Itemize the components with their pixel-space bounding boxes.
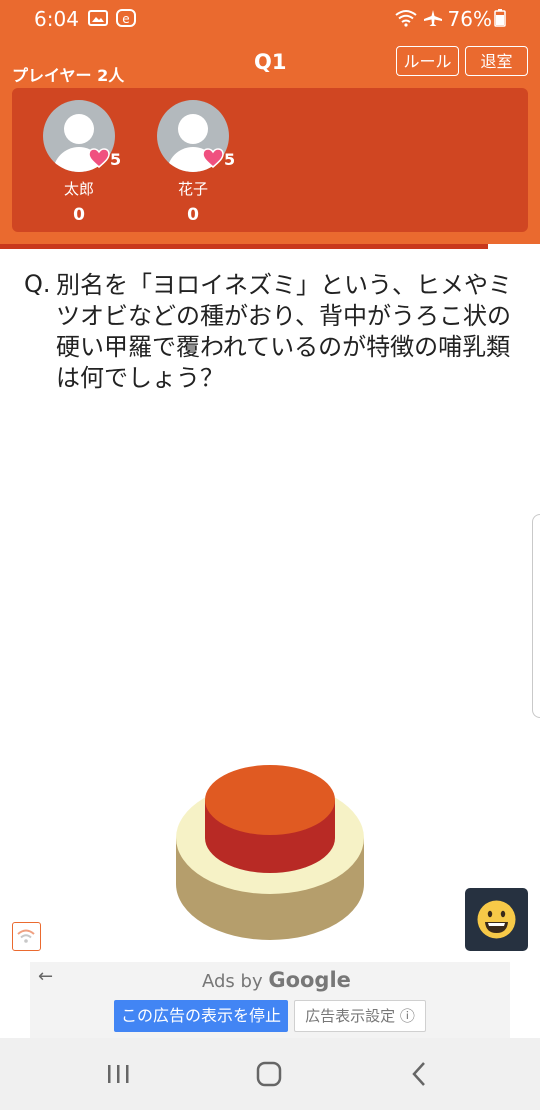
rule-button[interactable]: ルール xyxy=(396,46,459,76)
connection-button[interactable] xyxy=(12,922,41,951)
player-card[interactable]: 5 花子 0 xyxy=(148,100,238,225)
players-count: プレイヤー 2人 xyxy=(12,66,125,85)
question-text: 別名を「ヨロイネズミ」という、ヒメやミツオビなどの種がおり、背中がうろこ状の硬い… xyxy=(56,271,512,392)
svg-text:e: e xyxy=(122,12,129,26)
ad-banner: ← Ads by Google この広告の表示を停止 広告表示設定 ⓘ xyxy=(30,962,510,1038)
system-nav-bar xyxy=(0,1038,540,1110)
game-header: プレイヤー 2人 Q1 ルール 退室 5 太郎 0 5 花子 0 xyxy=(0,36,540,244)
ad-settings-button[interactable]: 広告表示設定 ⓘ xyxy=(294,1000,426,1032)
recent-apps-icon[interactable] xyxy=(98,1058,138,1090)
player-name: 太郎 xyxy=(63,180,94,198)
wifi-icon xyxy=(395,10,417,27)
edge-panel-handle[interactable] xyxy=(532,514,540,718)
gallery-icon xyxy=(88,10,108,26)
player-panel: 5 太郎 0 5 花子 0 xyxy=(12,88,528,232)
stop-ad-button[interactable]: この広告の表示を停止 xyxy=(114,1000,288,1032)
google-logo: Google xyxy=(268,968,351,992)
status-time: 6:04 xyxy=(34,7,79,31)
player-score: 0 xyxy=(187,205,199,225)
heart-icon xyxy=(88,148,110,168)
player-lives: 5 xyxy=(224,150,236,169)
buzzer-button[interactable] xyxy=(172,758,368,944)
time-progress-bar xyxy=(0,244,488,249)
info-icon: ⓘ xyxy=(399,1007,415,1025)
ads-by-label: Ads by Google xyxy=(202,968,351,992)
back-arrow-icon[interactable]: ← xyxy=(38,966,53,987)
player-score: 0 xyxy=(73,205,85,225)
heart-icon xyxy=(202,148,224,168)
player-card[interactable]: 5 太郎 0 xyxy=(34,100,124,225)
airplane-icon xyxy=(424,10,442,26)
player-name: 花子 xyxy=(177,180,208,198)
question-number: Q1 xyxy=(254,50,287,74)
battery-percent: 76% xyxy=(447,7,492,31)
smile-emoji-icon xyxy=(477,900,516,939)
e-app-icon: e xyxy=(116,9,136,27)
battery-charging-icon xyxy=(494,9,506,27)
back-icon[interactable] xyxy=(400,1058,440,1090)
wifi-icon xyxy=(17,929,35,943)
home-icon[interactable] xyxy=(249,1058,289,1090)
exit-button[interactable]: 退室 xyxy=(465,46,528,76)
question-prefix: Q. xyxy=(24,270,51,298)
player-lives: 5 xyxy=(110,150,122,169)
status-bar: 6:04 e 76% xyxy=(0,0,540,36)
emoji-button[interactable] xyxy=(465,888,528,951)
